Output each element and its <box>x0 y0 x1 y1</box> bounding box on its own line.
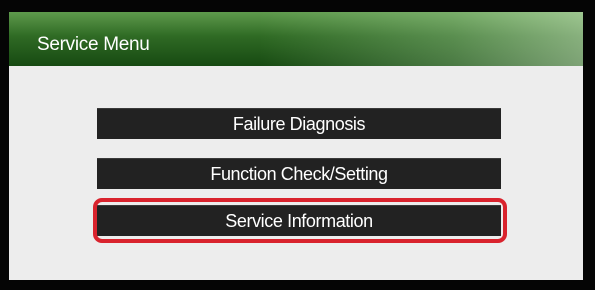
display-screen: Service Menu Failure Diagnosis Function … <box>9 12 583 280</box>
menu-panel: Failure Diagnosis Function Check/Setting… <box>9 66 583 280</box>
title-bar: Service Menu <box>9 12 583 66</box>
page-title: Service Menu <box>37 34 150 55</box>
failure-diagnosis-button[interactable]: Failure Diagnosis <box>97 108 501 139</box>
service-information-button[interactable]: Service Information <box>97 205 501 236</box>
title-bar-gloss <box>259 12 583 66</box>
function-check-setting-button[interactable]: Function Check/Setting <box>97 158 501 189</box>
